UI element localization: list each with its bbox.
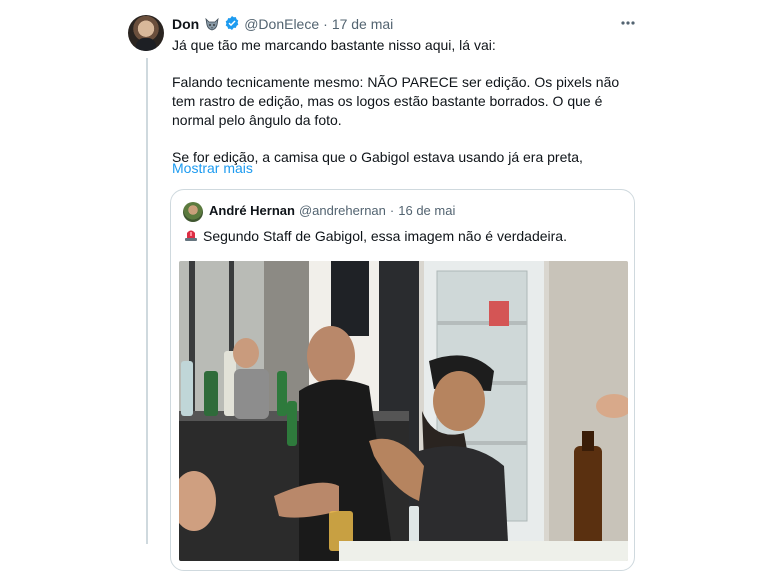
thread-line xyxy=(146,58,148,544)
quoted-author-handle[interactable]: @andrehernan xyxy=(299,203,386,218)
show-more-link[interactable]: Mostrar mais xyxy=(172,160,253,176)
separator-dot: · xyxy=(323,16,328,32)
author-handle[interactable]: @DonElece xyxy=(244,16,319,32)
author-name[interactable]: Don xyxy=(172,16,199,32)
quoted-author-name[interactable]: André Hernan xyxy=(209,203,295,218)
tweet-text: Já que tão me marcando bastante nisso aq… xyxy=(172,36,642,167)
more-options-icon[interactable] xyxy=(617,12,639,34)
siren-emoji-icon xyxy=(183,226,199,245)
quoted-photo[interactable] xyxy=(179,261,628,561)
quoted-header: André Hernan @andrehernan · 16 de mai xyxy=(209,203,455,218)
avatar[interactable] xyxy=(128,15,164,51)
wolf-emoji-icon xyxy=(204,16,220,32)
quoted-text-row: Segundo Staff de Gabigol, essa imagem nã… xyxy=(183,226,567,245)
quoted-tweet[interactable]: André Hernan @andrehernan · 16 de mai Se… xyxy=(170,189,635,571)
tweet-date[interactable]: 17 de mai xyxy=(332,16,393,32)
separator-dot: · xyxy=(389,203,395,218)
quoted-text: Segundo Staff de Gabigol, essa imagem nã… xyxy=(203,227,567,244)
quoted-avatar[interactable] xyxy=(183,202,203,222)
quoted-date[interactable]: 16 de mai xyxy=(398,203,455,218)
tweet-header: Don @DonElece · 17 de mai xyxy=(172,14,393,34)
verified-badge-icon xyxy=(224,15,240,34)
tweet-paragraph: Falando tecnicamente mesmo: NÃO PARECE s… xyxy=(172,74,620,128)
tweet-paragraph: Já que tão me marcando bastante nisso aq… xyxy=(172,37,496,53)
